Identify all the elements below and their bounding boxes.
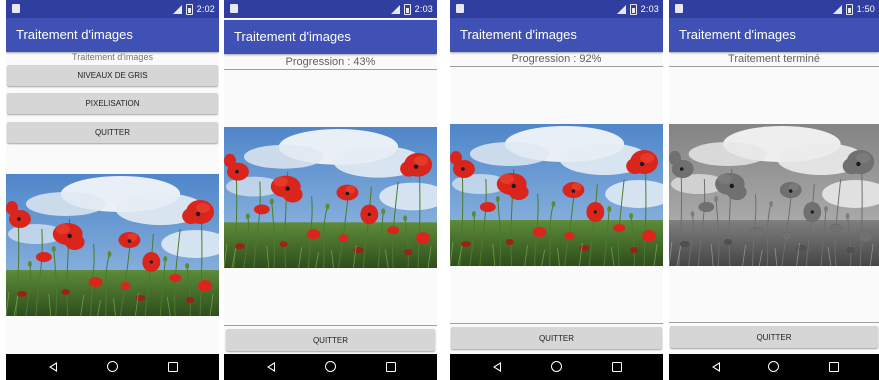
grayscale-poppy-photo (669, 124, 879, 266)
back-icon[interactable] (267, 362, 275, 372)
screen-done: 1:50 Traitement d'images Traitement term… (669, 0, 879, 380)
status-bar: 2:02 (6, 0, 219, 18)
notification-icon (456, 4, 464, 13)
home-icon[interactable] (107, 361, 118, 372)
recents-icon[interactable] (386, 362, 396, 372)
signal-icon (616, 4, 626, 14)
nav-bar (224, 354, 437, 380)
quit-button[interactable]: QUITTER (226, 329, 435, 351)
app-bar: Traitement d'images (669, 18, 879, 52)
poppy-photo (224, 127, 437, 268)
app-title: Traitement d'images (234, 29, 351, 44)
quit-button[interactable]: QUITTER (451, 327, 662, 349)
nav-bar (669, 354, 879, 380)
back-icon[interactable] (712, 362, 720, 372)
notification-icon (675, 4, 683, 13)
status-bar: 2:03 (224, 0, 437, 18)
grayscale-button[interactable]: NIVEAUX DE GRIS (7, 65, 218, 86)
recents-icon[interactable] (612, 362, 622, 372)
app-title: Traitement d'images (16, 27, 133, 42)
home-icon[interactable] (325, 361, 336, 372)
divider (450, 66, 663, 67)
app-title: Traitement d'images (460, 27, 577, 42)
home-icon[interactable] (768, 361, 779, 372)
status-text: Traitement terminé (728, 53, 820, 65)
signal-icon (390, 4, 400, 14)
caption-label: Traitement d'images (72, 52, 153, 62)
quit-button[interactable]: QUITTER (670, 326, 878, 348)
battery-icon (629, 3, 637, 15)
recents-icon[interactable] (829, 362, 839, 372)
screen-menu: 2:02 Traitement d'images Traitement d'im… (6, 0, 219, 380)
screen-progress-43: 2:03 Traitement d'images Progression : 4… (224, 0, 437, 380)
back-icon[interactable] (493, 362, 501, 372)
app-bar: Traitement d'images (224, 20, 437, 54)
recents-icon[interactable] (168, 362, 178, 372)
home-icon[interactable] (551, 361, 562, 372)
notification-icon (230, 4, 238, 13)
divider (224, 325, 437, 326)
app-title: Traitement d'images (679, 27, 796, 42)
app-bar: Traitement d'images (450, 18, 663, 52)
notification-icon (12, 4, 20, 13)
status-icons: 2:03 (616, 3, 659, 15)
status-bar: 2:03 (450, 0, 663, 18)
status-bar: 1:50 (669, 0, 879, 18)
status-time: 2:02 (196, 4, 215, 14)
divider (450, 323, 663, 324)
signal-icon (172, 4, 182, 14)
quit-button[interactable]: QUITTER (7, 122, 218, 143)
status-icons: 2:03 (390, 3, 433, 15)
status-icons: 1:50 (832, 3, 875, 15)
nav-bar (450, 354, 663, 380)
app-bar: Traitement d'images (6, 18, 219, 52)
progress-text: Progression : 43% (285, 56, 376, 68)
status-time: 2:03 (414, 4, 433, 14)
nav-bar (6, 354, 219, 380)
status-time: 2:03 (640, 4, 659, 14)
battery-icon (185, 3, 193, 15)
battery-icon (845, 3, 853, 15)
progress-text: Progression : 92% (511, 53, 602, 65)
poppy-photo (450, 124, 663, 266)
pixelisation-button[interactable]: PIXELISATION (7, 93, 218, 114)
divider (669, 322, 879, 323)
divider (224, 69, 437, 70)
divider (669, 66, 879, 67)
signal-icon (832, 4, 842, 14)
status-time: 1:50 (856, 4, 875, 14)
screen-progress-92: 2:03 Traitement d'images Progression : 9… (450, 0, 663, 380)
status-icons: 2:02 (172, 3, 215, 15)
poppy-photo (6, 174, 219, 316)
back-icon[interactable] (49, 362, 57, 372)
battery-icon (403, 3, 411, 15)
